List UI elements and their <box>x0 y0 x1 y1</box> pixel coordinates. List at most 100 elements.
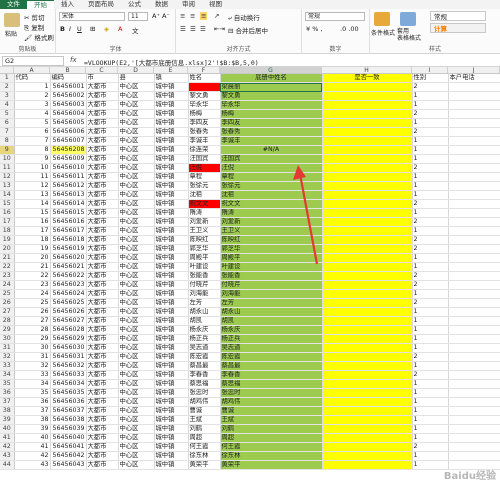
cell-error-value[interactable]: #N/A <box>220 145 323 156</box>
row-number[interactable]: 38 <box>0 406 15 417</box>
cell-code[interactable]: 23 <box>14 280 51 291</box>
cell-city[interactable]: 大都市 <box>86 253 119 264</box>
cell-register-name[interactable]: 吴志道 <box>220 343 323 354</box>
cell-phone[interactable] <box>448 433 500 444</box>
cell-name[interactable]: 郭芝华 <box>188 244 221 255</box>
cell-gender[interactable]: 2 <box>412 109 449 120</box>
cell-phone[interactable] <box>448 280 500 291</box>
cell-id[interactable]: 56456013 <box>50 190 87 201</box>
style-calc[interactable]: 计算 <box>430 23 486 33</box>
cell-name[interactable]: 陈宏霞 <box>188 352 221 363</box>
row-number[interactable]: 21 <box>0 253 15 264</box>
cell-city[interactable]: 大都市 <box>86 343 119 354</box>
cell-name[interactable]: 周超 <box>188 433 221 444</box>
cell-code[interactable]: 2 <box>14 91 51 102</box>
cell-gender[interactable]: 1 <box>412 388 449 399</box>
cell-code[interactable]: 5 <box>14 118 51 129</box>
conditional-format-button[interactable]: 条件格式 <box>371 28 395 37</box>
cell-city[interactable]: 大都市 <box>86 208 119 219</box>
cell-city[interactable]: 大都市 <box>86 289 119 300</box>
row-number[interactable]: 41 <box>0 433 15 444</box>
header-cell[interactable]: 编码 <box>50 74 87 84</box>
cell-city[interactable]: 大都市 <box>86 199 119 210</box>
cell-id[interactable]: 56456032 <box>50 361 87 372</box>
orientation-icon[interactable]: ↗ <box>214 12 219 20</box>
cell-gender[interactable]: 1 <box>412 118 449 129</box>
cell-county[interactable]: 中心区 <box>118 172 155 183</box>
cell-county[interactable]: 中心区 <box>118 136 155 147</box>
cell-phone[interactable] <box>448 388 500 399</box>
cell-town[interactable]: 城中镇 <box>154 352 189 363</box>
row-number[interactable]: 26 <box>0 298 15 309</box>
fill-color-icon[interactable]: ◈ <box>104 25 109 33</box>
cell-gender[interactable]: 1 <box>412 289 449 300</box>
cell-gender[interactable]: 1 <box>412 262 449 273</box>
cell-code[interactable]: 11 <box>14 172 51 183</box>
cell-register-name[interactable]: 李春香 <box>220 370 323 381</box>
cell-phone[interactable] <box>448 361 500 372</box>
cell-town[interactable]: 城中镇 <box>154 280 189 291</box>
decimal-icon[interactable]: .0 .00 <box>340 25 359 33</box>
cell-register-name[interactable]: 左芳 <box>220 298 323 309</box>
tab-4[interactable]: 公式 <box>121 0 148 9</box>
cell-match[interactable] <box>322 100 413 111</box>
number-format-select[interactable]: 常规 <box>305 12 365 21</box>
row-number[interactable]: 24 <box>0 280 15 291</box>
cell-town[interactable]: 城中镇 <box>154 262 189 273</box>
row-number[interactable]: 15 <box>0 199 15 210</box>
cell-town[interactable]: 城中镇 <box>154 172 189 183</box>
cell-match[interactable] <box>322 397 413 408</box>
cell-county[interactable]: 中心区 <box>118 127 155 138</box>
cell-register-name[interactable]: 曹诚 <box>220 406 323 417</box>
cell-id[interactable]: 56456031 <box>50 352 87 363</box>
cell-register-name[interactable]: 李四友 <box>220 118 323 129</box>
align-middle-icon[interactable]: ≡ <box>190 12 195 20</box>
cell-city[interactable]: 大都市 <box>86 163 119 174</box>
align-top-icon[interactable]: ≡ <box>180 12 185 20</box>
cell-code[interactable]: 4 <box>14 109 51 120</box>
row-number[interactable]: 14 <box>0 190 15 201</box>
cell-city[interactable]: 大都市 <box>86 217 119 228</box>
cell-code[interactable]: 42 <box>14 451 51 462</box>
row-number[interactable]: 30 <box>0 334 15 345</box>
cell-name[interactable]: 蔡昌最 <box>188 361 221 372</box>
cell-town[interactable]: 城中镇 <box>154 100 189 111</box>
cell-name[interactable]: 黎文勇 <box>188 91 221 102</box>
cell-match[interactable] <box>322 253 413 264</box>
column-header-d[interactable]: D <box>118 67 154 73</box>
cell-phone[interactable] <box>448 271 500 282</box>
cell-code[interactable]: 24 <box>14 289 51 300</box>
cell-name[interactable]: 张徐元 <box>188 181 221 192</box>
cell-phone[interactable] <box>448 217 500 228</box>
cell-code[interactable]: 8 <box>14 145 51 156</box>
cell-code[interactable]: 9 <box>14 154 51 165</box>
cell-town[interactable]: 城中镇 <box>154 118 189 129</box>
cell-id[interactable]: 56456035 <box>50 388 87 399</box>
cell-phone[interactable] <box>448 379 500 390</box>
cell-county[interactable]: 中心区 <box>118 370 155 381</box>
cell-match[interactable] <box>322 289 413 300</box>
row-number[interactable]: 43 <box>0 451 15 462</box>
cell-city[interactable]: 大都市 <box>86 334 119 345</box>
cell-code[interactable]: 18 <box>14 235 51 246</box>
cell-county[interactable]: 中心区 <box>118 361 155 372</box>
indent-icon[interactable]: ⇤⇥ <box>214 25 225 33</box>
cell-county[interactable]: 中心区 <box>118 226 155 237</box>
cell-county[interactable]: 中心区 <box>118 307 155 318</box>
cell-register-name[interactable]: 王卫义 <box>220 226 323 237</box>
header-cell[interactable]: 代码 <box>14 74 51 84</box>
cell-phone[interactable] <box>448 235 500 246</box>
row-number[interactable]: 29 <box>0 325 15 336</box>
cell-gender[interactable]: 1 <box>412 307 449 318</box>
wrap-text-button[interactable]: ⤶ 自动换行 <box>228 12 260 23</box>
cell-city[interactable]: 大都市 <box>86 82 119 93</box>
cell-match[interactable] <box>322 145 413 156</box>
cell-id[interactable]: 56456040 <box>50 433 87 444</box>
cell-gender[interactable]: 1 <box>412 91 449 102</box>
align-left-icon[interactable]: ☰ <box>180 25 186 33</box>
cell-code[interactable]: 14 <box>14 199 51 210</box>
cell-phone[interactable] <box>448 145 500 156</box>
cell-match[interactable] <box>322 415 413 426</box>
cell-town[interactable]: 城中镇 <box>154 397 189 408</box>
cell-name[interactable]: 蔡思福 <box>188 379 221 390</box>
